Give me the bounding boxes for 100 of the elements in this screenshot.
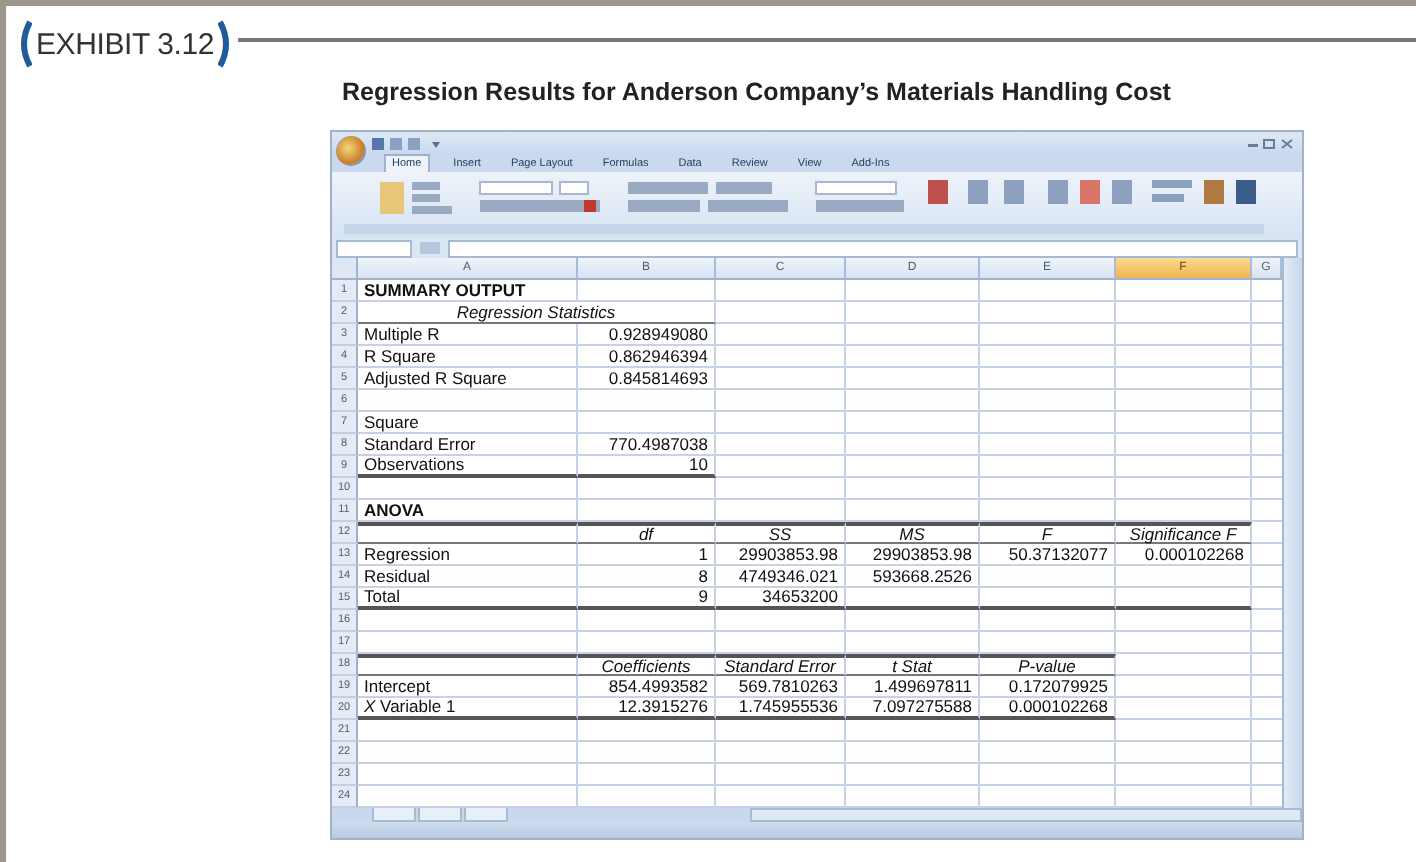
empty-cell <box>1116 764 1252 786</box>
empty-cell <box>846 368 980 390</box>
empty-cell <box>1116 302 1252 324</box>
table-cell: Standard Error <box>716 654 846 676</box>
sheet-tab[interactable] <box>418 808 463 822</box>
table-cell: 1.499697811 <box>846 676 980 698</box>
empty-cell <box>846 632 980 654</box>
empty-cell <box>578 632 716 654</box>
empty-cell <box>980 588 1116 610</box>
window-controls-icon[interactable] <box>1246 137 1294 149</box>
table-cell: 8 <box>578 566 716 588</box>
table-cell: 1.745955536 <box>716 698 846 720</box>
vertical-scrollbar[interactable] <box>1282 258 1302 808</box>
empty-cell <box>1116 434 1252 456</box>
table-cell: F <box>980 522 1116 544</box>
table-cell: 569.7810263 <box>716 676 846 698</box>
empty-cell <box>1116 368 1252 390</box>
empty-cell <box>1116 632 1252 654</box>
empty-cell <box>980 368 1116 390</box>
table-cell: 29903853.98 <box>846 544 980 566</box>
empty-cell <box>1116 720 1252 742</box>
empty-cell <box>980 434 1116 456</box>
empty-cell <box>980 720 1116 742</box>
formula-bar[interactable] <box>448 239 1298 257</box>
empty-cell <box>980 346 1116 368</box>
empty-cell <box>1116 654 1252 676</box>
empty-cell <box>846 588 980 610</box>
empty-cell <box>846 412 980 434</box>
name-box[interactable] <box>336 239 412 257</box>
table-cell: SUMMARY OUTPUT <box>358 280 578 302</box>
empty-cell <box>716 742 846 764</box>
table-cell: X Variable 1 <box>358 698 578 720</box>
table-cell: P-value <box>980 654 1116 676</box>
table-cell: 50.37132077 <box>980 544 1116 566</box>
table-cell: 0.000102268 <box>980 698 1116 720</box>
select-all-button[interactable] <box>332 258 358 280</box>
fx-icon[interactable] <box>420 242 440 254</box>
empty-cell <box>1116 566 1252 588</box>
empty-cell <box>716 346 846 368</box>
table-cell: 0.845814693 <box>578 368 716 390</box>
empty-cell <box>1116 500 1252 522</box>
table-cell: 0.862946394 <box>578 346 716 368</box>
empty-cell <box>980 412 1116 434</box>
table-cell: 9 <box>578 588 716 610</box>
empty-cell <box>846 456 980 478</box>
empty-cell <box>578 742 716 764</box>
empty-cell <box>578 478 716 500</box>
empty-cell <box>846 346 980 368</box>
empty-cell <box>716 434 846 456</box>
empty-cell <box>980 566 1116 588</box>
empty-cell <box>716 280 846 302</box>
empty-cell <box>1116 610 1252 632</box>
table-cell: Regression <box>358 544 578 566</box>
empty-cell <box>980 764 1116 786</box>
empty-cell <box>716 390 846 412</box>
empty-cell <box>1116 478 1252 500</box>
empty-cell <box>1116 412 1252 434</box>
empty-cell <box>578 390 716 412</box>
sheet-tab[interactable] <box>464 808 509 822</box>
empty-cell <box>1116 456 1252 478</box>
empty-cell <box>846 742 980 764</box>
table-cell: 0.172079925 <box>980 676 1116 698</box>
table-cell: 12.3915276 <box>578 698 716 720</box>
table-cell: Standard Error <box>358 434 578 456</box>
empty-cell <box>716 302 846 324</box>
empty-cell <box>980 500 1116 522</box>
table-cell: 4749346.021 <box>716 566 846 588</box>
empty-cell <box>578 610 716 632</box>
empty-cell <box>578 412 716 434</box>
empty-cell <box>980 324 1116 346</box>
table-cell: Observations <box>358 456 578 478</box>
table-cell: Total <box>358 588 578 610</box>
bracket-icon <box>16 20 32 68</box>
empty-cell <box>1116 698 1252 720</box>
empty-cell <box>716 456 846 478</box>
empty-cell <box>980 742 1116 764</box>
empty-cell <box>716 478 846 500</box>
table-cell: 10 <box>578 456 716 478</box>
empty-cell <box>846 434 980 456</box>
table-cell: Intercept <box>358 676 578 698</box>
empty-cell <box>578 500 716 522</box>
empty-cell <box>716 412 846 434</box>
table-cell: 0.000102268 <box>1116 544 1252 566</box>
empty-cell <box>716 764 846 786</box>
empty-cell <box>846 390 980 412</box>
sheet-tab[interactable] <box>372 808 417 822</box>
empty-cell <box>980 610 1116 632</box>
empty-cell <box>1116 588 1252 610</box>
table-cell: Residual <box>358 566 578 588</box>
table-cell: 34653200 <box>716 588 846 610</box>
empty-cell <box>846 302 980 324</box>
table-cell: 593668.2526 <box>846 566 980 588</box>
empty-cell <box>1116 676 1252 698</box>
empty-cell <box>980 390 1116 412</box>
bracket-icon <box>218 20 235 68</box>
horizontal-scrollbar[interactable] <box>750 808 1302 822</box>
empty-cell <box>716 324 846 346</box>
empty-cell <box>846 764 980 786</box>
empty-cell <box>578 764 716 786</box>
table-cell: Significance F <box>1116 522 1252 544</box>
